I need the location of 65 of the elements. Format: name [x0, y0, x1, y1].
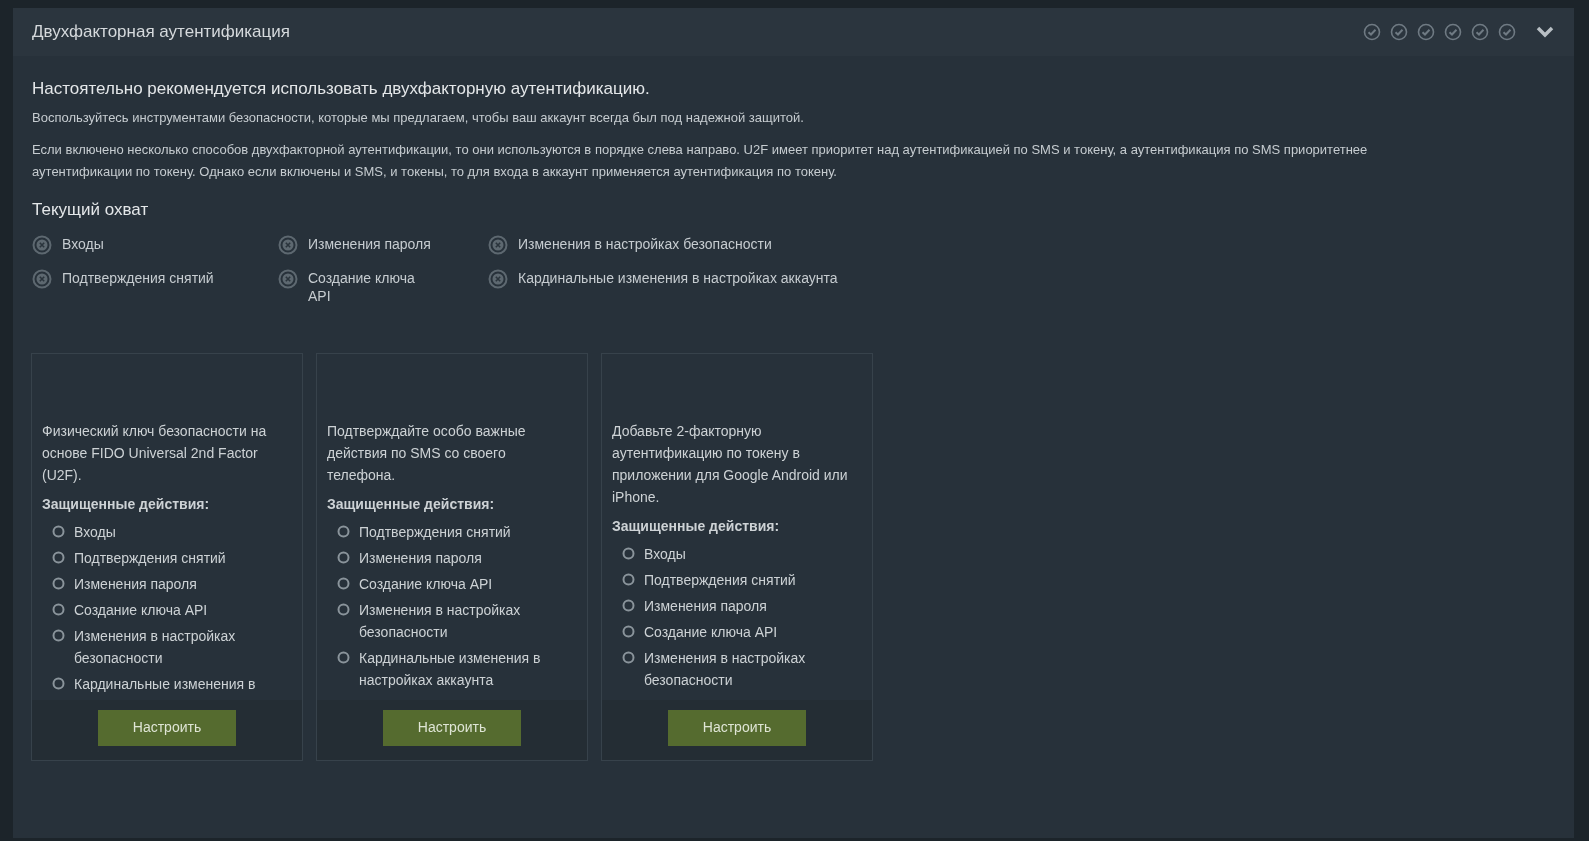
- coverage-title: Текущий охват: [32, 199, 150, 221]
- actions-label: Защищенные действия:: [327, 494, 496, 514]
- action-item: Подтверждения снятий: [644, 570, 797, 590]
- circle-icon: [52, 676, 65, 690]
- action-item: Входы: [74, 522, 117, 542]
- action-item: Изменения в настройках безопасности: [359, 600, 522, 642]
- x-circle-icon: [32, 234, 52, 255]
- lead-text: Воспользуйтесь инструментами безопасности, которые мы предлагаем, чтобы ваш аккаунт всегда был под надежной защитой.: [32, 108, 805, 127]
- action-item: Кардинальные изменения в настройках аккаунта: [359, 648, 542, 690]
- check-circle-icon: [1363, 23, 1381, 41]
- circle-icon: [52, 550, 65, 564]
- circle-icon: [622, 546, 635, 560]
- method-description: Добавьте 2-факторную аутентификацию по токену в приложении для Google Android или iPhone.: [612, 421, 849, 507]
- circle-icon: [622, 598, 635, 612]
- action-item: Кардинальные изменения в: [74, 674, 257, 694]
- coverage-item: Изменения пароля: [308, 234, 432, 253]
- setup-button[interactable]: Настроить: [98, 709, 236, 746]
- circle-icon: [337, 650, 350, 664]
- action-item: Изменения пароля: [644, 596, 768, 616]
- circle-icon: [337, 602, 350, 616]
- x-circle-icon: [488, 268, 508, 289]
- circle-icon: [337, 576, 350, 590]
- actions-label: Защищенные действия:: [42, 494, 211, 514]
- setup-button[interactable]: Настроить: [383, 709, 521, 746]
- note-text: Если включено несколько способов двухфакторной аутентификации, то они используются в порядке слева направо. U2F имеет приоритет над аутентификацией по SMS и токену, а аутентификация по SMS приоритетнее аутентификации по токену. Однако если включены и SMS, и токены, то для входа в аккаунт применяется аутентификация по токену.: [32, 141, 1369, 181]
- circle-icon: [622, 572, 635, 586]
- circle-icon: [52, 602, 65, 616]
- coverage-item: Изменения в настройках безопасности: [518, 234, 772, 253]
- check-circle-icon: [1471, 23, 1489, 41]
- coverage-item: Кардинальные изменения в настройках аккаунта: [518, 268, 838, 287]
- action-item: Изменения в настройках безопасности: [644, 648, 807, 690]
- x-circle-icon: [488, 234, 508, 255]
- headline: Настоятельно рекомендуется использовать двухфакторную аутентификацию.: [32, 78, 651, 100]
- action-item: Создание ключа API: [359, 574, 494, 594]
- check-circle-icon: [1444, 23, 1462, 41]
- setup-button[interactable]: Настроить: [668, 709, 806, 746]
- action-item: Входы: [644, 544, 687, 564]
- x-circle-icon: [278, 268, 298, 289]
- circle-icon: [52, 576, 65, 590]
- check-circle-icon: [1390, 23, 1408, 41]
- coverage-item: Создание ключа API: [308, 268, 416, 305]
- chevron-icon[interactable]: [1535, 25, 1555, 39]
- action-item: Подтверждения снятий: [359, 522, 512, 542]
- action-item: Изменения в настройках безопасности: [74, 626, 237, 668]
- circle-icon: [622, 624, 635, 638]
- action-item: Подтверждения снятий: [74, 548, 227, 568]
- method-description: Подтверждайте особо важные действия по SMS со своего телефона.: [327, 421, 527, 485]
- circle-icon: [52, 628, 65, 642]
- circle-icon: [52, 524, 65, 538]
- panel-title: Двухфакторная аутентификация: [32, 21, 290, 44]
- check-circle-icon: [1498, 23, 1516, 41]
- action-item: Изменения пароля: [74, 574, 198, 594]
- coverage-item: Подтверждения снятий: [62, 268, 214, 287]
- action-item: Создание ключа API: [74, 600, 209, 620]
- method-description: Физический ключ безопасности на основе FIDO Universal 2nd Factor (U2F).: [42, 421, 268, 485]
- actions-label: Защищенные действия:: [612, 516, 781, 536]
- circle-icon: [337, 524, 350, 538]
- action-item: Создание ключа API: [644, 622, 779, 642]
- action-item: Изменения пароля: [359, 548, 483, 568]
- circle-icon: [337, 550, 350, 564]
- circle-icon: [622, 650, 635, 664]
- x-circle-icon: [32, 268, 52, 289]
- coverage-item: Входы: [62, 234, 104, 253]
- x-circle-icon: [278, 234, 298, 255]
- check-circle-icon: [1417, 23, 1435, 41]
